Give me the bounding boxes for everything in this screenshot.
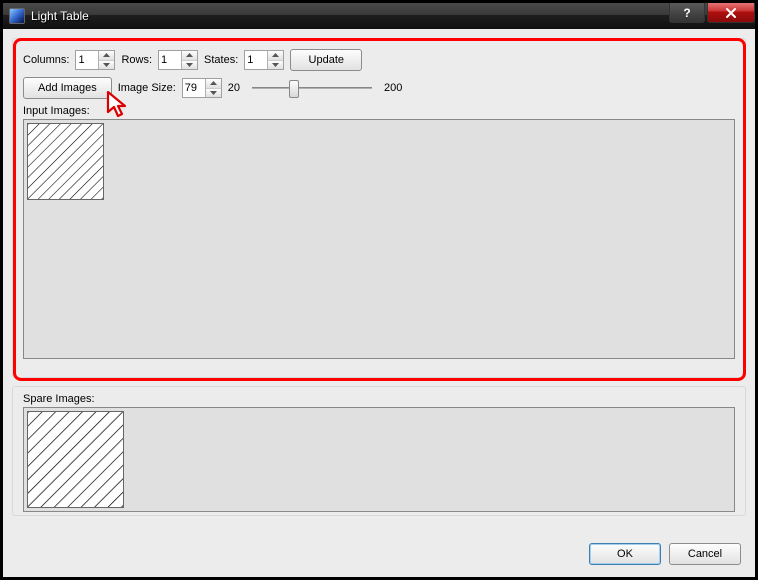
columns-label: Columns: xyxy=(23,54,69,66)
image-size-input[interactable] xyxy=(183,79,205,97)
rows-spin[interactable] xyxy=(158,50,198,70)
spare-image-thumb[interactable] xyxy=(27,411,124,508)
states-label: States: xyxy=(204,54,238,66)
app-icon xyxy=(9,8,25,24)
input-image-thumb[interactable] xyxy=(27,123,104,200)
update-button[interactable]: Update xyxy=(290,49,362,71)
image-size-up[interactable] xyxy=(206,79,221,89)
add-images-button[interactable]: Add Images xyxy=(23,77,112,99)
image-size-spin[interactable] xyxy=(182,78,222,98)
input-images-well[interactable] xyxy=(23,119,735,359)
input-images-label: Input Images: xyxy=(23,105,735,117)
dialog-buttons: OK Cancel xyxy=(589,543,741,565)
row-grid-controls: Columns: Rows: States: xyxy=(23,49,735,71)
columns-spin[interactable] xyxy=(75,50,115,70)
client-area: Columns: Rows: States: xyxy=(3,29,755,577)
window-title: Light Table xyxy=(31,9,667,23)
rows-input[interactable] xyxy=(159,51,181,69)
states-input[interactable] xyxy=(245,51,267,69)
states-down[interactable] xyxy=(268,61,283,70)
spare-images-well[interactable] xyxy=(23,407,735,512)
title-bar: Light Table ? xyxy=(3,3,755,29)
spare-groupbox: Spare Images: xyxy=(12,386,746,516)
columns-up[interactable] xyxy=(99,51,114,61)
placeholder-hatch-icon xyxy=(28,124,103,199)
rows-up[interactable] xyxy=(182,51,197,61)
rows-down[interactable] xyxy=(182,61,197,70)
cancel-button[interactable]: Cancel xyxy=(669,543,741,565)
help-button[interactable]: ? xyxy=(669,3,705,23)
states-up[interactable] xyxy=(268,51,283,61)
columns-down[interactable] xyxy=(99,61,114,70)
placeholder-hatch-icon xyxy=(28,412,123,507)
slider-min-label: 20 xyxy=(228,82,240,94)
close-button[interactable] xyxy=(707,3,755,23)
top-groupbox: Columns: Rows: States: xyxy=(12,38,746,378)
slider-thumb[interactable] xyxy=(289,80,299,98)
rows-label: Rows: xyxy=(121,54,152,66)
row-image-controls: Add Images Image Size: 20 200 xyxy=(23,77,735,99)
spare-images-label: Spare Images: xyxy=(23,393,735,405)
close-icon xyxy=(725,7,737,19)
slider-max-label: 200 xyxy=(384,82,402,94)
image-size-slider[interactable] xyxy=(252,78,372,98)
ok-button[interactable]: OK xyxy=(589,543,661,565)
slider-track xyxy=(252,87,372,89)
states-spin[interactable] xyxy=(244,50,284,70)
image-size-label: Image Size: xyxy=(118,82,176,94)
title-controls: ? xyxy=(667,3,755,23)
columns-input[interactable] xyxy=(76,51,98,69)
image-size-down[interactable] xyxy=(206,89,221,98)
dialog-window: Light Table ? Columns: xyxy=(2,2,756,578)
